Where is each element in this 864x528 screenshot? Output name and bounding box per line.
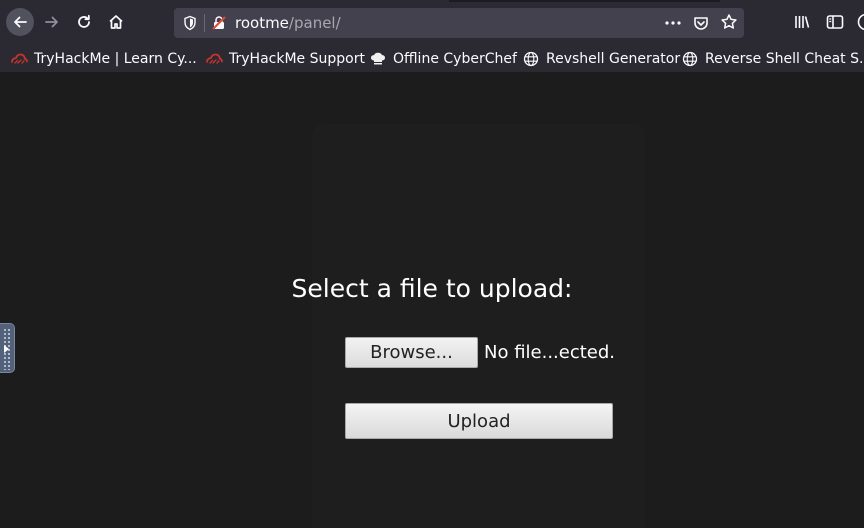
bookmark-tryhackme-support[interactable]: TryHackMe Support [205, 48, 365, 70]
bookmarks-bar: TryHackMe | Learn Cy... TryHackMe Suppor… [0, 44, 864, 72]
back-button[interactable] [6, 8, 34, 36]
tryhackme-icon [11, 53, 28, 64]
url-host: rootme [235, 14, 289, 32]
urlbar-separator [204, 14, 205, 32]
account-icon[interactable] [856, 12, 864, 32]
home-icon [109, 15, 123, 29]
ellipsis-icon[interactable] [664, 15, 682, 31]
bookmark-revshell-generator[interactable]: Revshell Generator [522, 48, 680, 70]
browser-toolbar: rootme/panel/ [0, 0, 864, 44]
bookmark-tryhackme-learn[interactable]: TryHackMe | Learn Cy... [10, 48, 197, 70]
url-bar[interactable]: rootme/panel/ [174, 8, 744, 38]
globe-icon [682, 51, 698, 67]
bookmark-label: Reverse Shell Cheat S... [705, 51, 864, 67]
bookmark-label: Offline CyberChef [393, 51, 517, 67]
arrow-left-icon [14, 16, 27, 28]
globe-icon [523, 51, 539, 67]
shield-icon[interactable] [182, 15, 198, 31]
bookmark-label: TryHackMe | Learn Cy... [34, 51, 197, 67]
file-input[interactable]: Browse... No file...ected. [345, 337, 615, 368]
page-heading: Select a file to upload: [291, 274, 573, 303]
url-path: /panel/ [288, 14, 341, 32]
insecure-lock-icon[interactable] [211, 15, 227, 31]
pocket-icon[interactable] [692, 14, 710, 32]
upload-button[interactable]: Upload [345, 403, 613, 439]
expand-arrow-icon [4, 345, 9, 353]
reload-button[interactable] [70, 8, 98, 36]
tab-strip-edge [449, 0, 720, 2]
library-icon[interactable] [792, 12, 812, 32]
star-icon[interactable] [720, 13, 738, 31]
forward-button[interactable] [38, 8, 66, 36]
arrow-right-icon [45, 16, 58, 28]
sidebar-toggle-icon[interactable] [825, 12, 845, 32]
bookmark-label: Revshell Generator [546, 51, 681, 67]
home-button[interactable] [102, 8, 130, 36]
bookmark-reverse-shell-cheat-sheet[interactable]: Reverse Shell Cheat S... [681, 48, 864, 70]
upload-card [312, 124, 645, 528]
bookmark-label: TryHackMe Support [229, 51, 365, 67]
chef-hat-icon [371, 52, 385, 65]
reload-icon [78, 14, 90, 28]
file-status-text: No file...ected. [484, 342, 616, 363]
tryhackme-icon [206, 53, 223, 64]
browse-button[interactable]: Browse... [345, 337, 478, 368]
side-panel-handle[interactable] [0, 323, 15, 373]
bookmark-offline-cyberchef[interactable]: Offline CyberChef [369, 48, 517, 70]
url-text[interactable]: rootme/panel/ [235, 13, 341, 33]
